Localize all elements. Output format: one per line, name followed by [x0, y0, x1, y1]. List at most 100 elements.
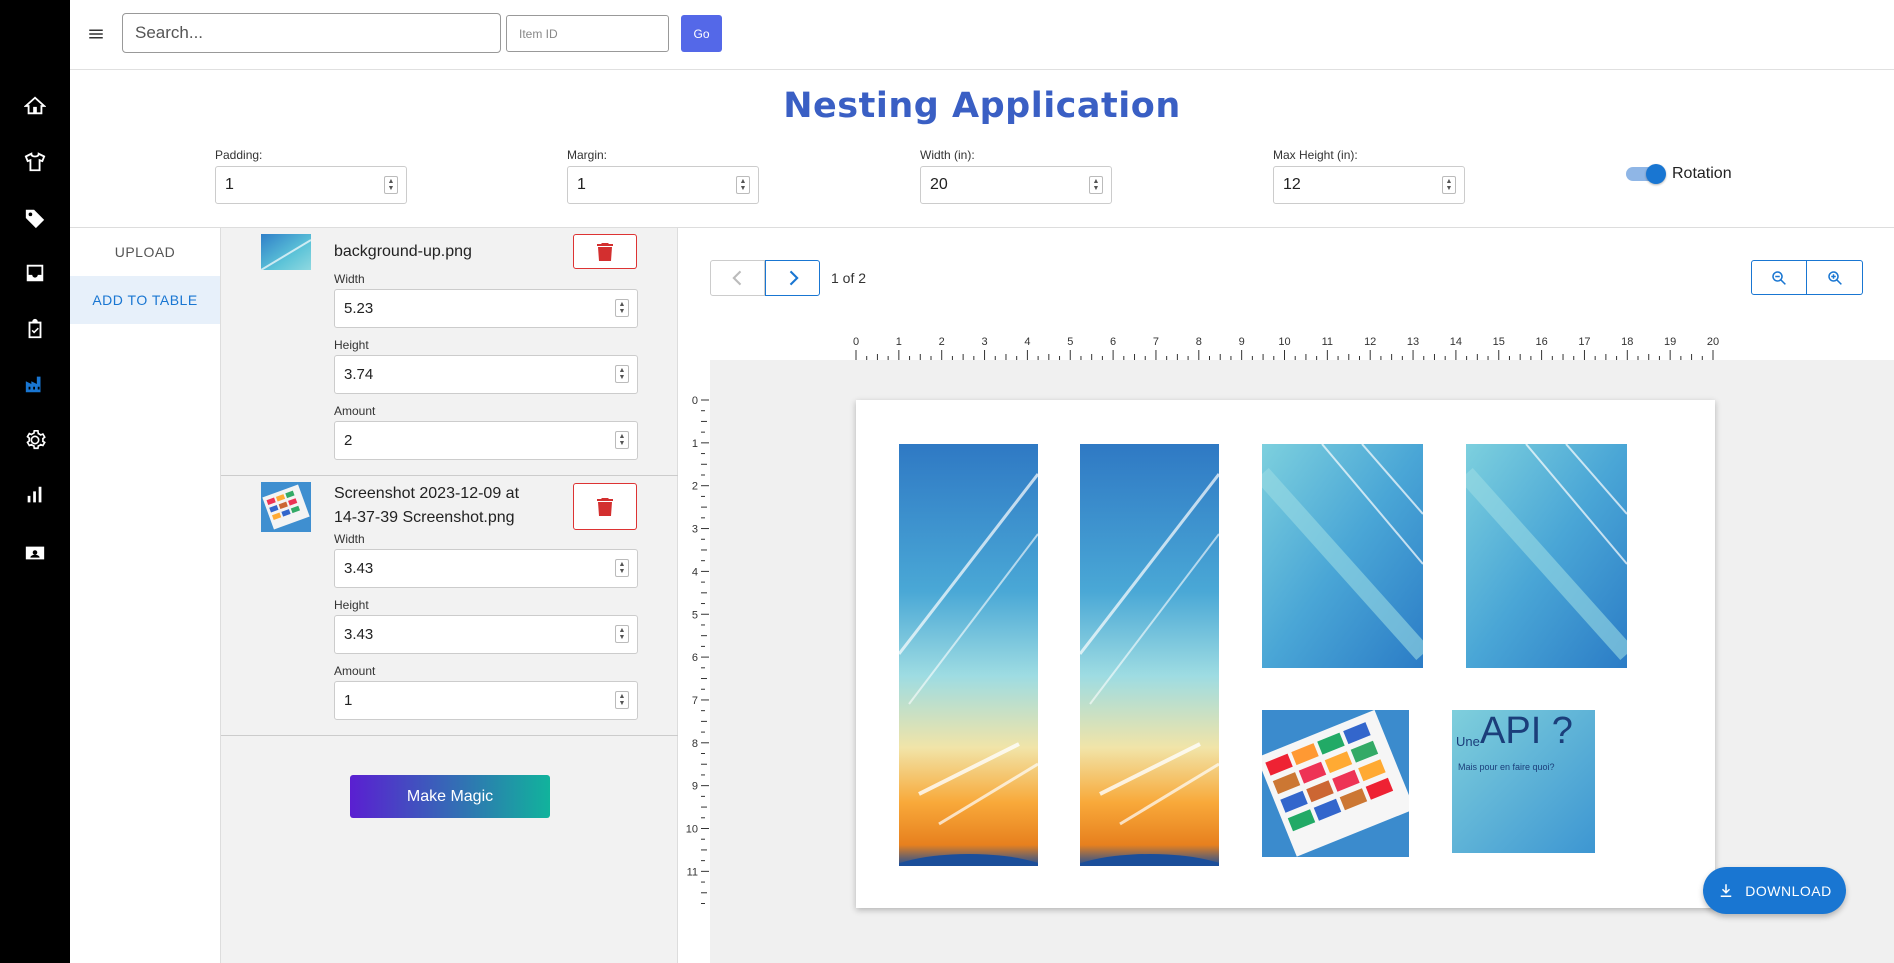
margin-input[interactable]: 1 ▲ ▼ — [567, 166, 759, 204]
ruler-x-label: 0 — [853, 336, 859, 348]
home-icon[interactable] — [23, 94, 47, 118]
nested-piece[interactable] — [1262, 444, 1423, 668]
item-width-spinner[interactable]: ▲ ▼ — [615, 559, 629, 577]
ruler-x-label: 15 — [1493, 336, 1505, 348]
item-name: Screenshot 2023-12-09 at 14-37-39 Screen… — [334, 485, 520, 526]
item-width-input[interactable]: 3.43 ▲ ▼ — [334, 549, 638, 588]
width-label: Width — [334, 532, 365, 546]
checklist-icon[interactable] — [23, 317, 47, 341]
nested-piece[interactable] — [1080, 444, 1219, 866]
go-button[interactable]: Go — [681, 15, 722, 52]
app-root: Go Nesting Application Padding: 1 ▲▼ Mar… — [0, 0, 1894, 963]
width-label: Width — [334, 272, 365, 286]
gear-icon[interactable] — [23, 428, 47, 452]
margin-field: Margin: 1 ▲ ▼ — [567, 148, 759, 204]
list-item: Screenshot 2023-12-09 at 14-37-39 Screen… — [221, 476, 678, 736]
inbox-icon[interactable] — [23, 261, 47, 285]
bar-chart-icon[interactable] — [23, 483, 47, 507]
nesting-sheet: Une API ? Mais pour en faire quoi? — [856, 400, 1715, 908]
zoom-controls — [1751, 260, 1863, 295]
ruler-y-label: 4 — [692, 566, 698, 578]
items-panel: background-up.png Width 5.23 ▲ ▼ Height 3… — [221, 228, 678, 963]
width-field: Width (in): 20 ▲ ▼ — [920, 148, 1112, 204]
item-width-value: 5.23 — [344, 300, 374, 317]
factory-icon[interactable] — [23, 372, 47, 396]
item-height-field: Height 3.43 ▲ ▼ — [334, 598, 638, 654]
previous-page-button[interactable] — [710, 260, 765, 296]
next-page-button[interactable] — [765, 260, 820, 296]
item-id-input[interactable] — [506, 15, 669, 52]
search-input[interactable] — [122, 13, 501, 53]
width-input[interactable]: 20 ▲ ▼ — [920, 166, 1112, 204]
api-tile-text: API ? — [1480, 710, 1573, 752]
max-height-input[interactable]: 12 ▲ ▼ — [1273, 166, 1465, 204]
item-width-value: 3.43 — [344, 560, 374, 577]
item-width-input[interactable]: 5.23 ▲ ▼ — [334, 289, 638, 328]
width-spinner[interactable]: ▲ ▼ — [1089, 176, 1103, 194]
toggle-knob — [1646, 164, 1666, 184]
ruler-y-label: 3 — [692, 524, 698, 536]
height-label: Height — [334, 338, 369, 352]
ruler-x-label: 13 — [1407, 336, 1419, 348]
item-width-field: Width 5.23 ▲ ▼ — [334, 272, 638, 328]
margin-spinner[interactable]: ▲ ▼ — [736, 176, 750, 194]
page-title: Nesting Application — [783, 86, 1181, 126]
zoom-in-button[interactable] — [1807, 260, 1863, 295]
ruler-y-label: 8 — [692, 738, 698, 750]
margin-value: 1 — [577, 176, 586, 193]
ruler-x-label: 6 — [1110, 336, 1116, 348]
item-name: background-up.png — [334, 243, 472, 260]
delete-button[interactable] — [573, 234, 637, 269]
tag-icon[interactable] — [23, 206, 47, 230]
make-magic-button[interactable]: Make Magic — [350, 775, 550, 818]
ruler-y-label: 5 — [692, 609, 698, 621]
max-height-spinner[interactable]: ▲ ▼ — [1442, 176, 1456, 194]
hamburger-menu-icon[interactable] — [86, 24, 106, 44]
ruler-y-label: 1 — [692, 438, 698, 450]
ruler-x-label: 1 — [896, 336, 902, 348]
item-width-field: Width 3.43 ▲ ▼ — [334, 532, 638, 588]
tab-upload[interactable]: UPLOAD — [70, 228, 220, 276]
padding-spinner[interactable]: ▲ ▼ — [384, 176, 398, 194]
ruler-x-label: 4 — [1024, 336, 1030, 348]
item-height-value: 3.43 — [344, 626, 374, 643]
nested-piece[interactable] — [1466, 444, 1627, 668]
tshirt-icon[interactable] — [23, 150, 47, 174]
item-width-spinner[interactable]: ▲ ▼ — [615, 299, 629, 317]
ruler-y-label: 11 — [687, 866, 698, 878]
ruler-y-label: 0 — [692, 395, 698, 407]
ruler-y-label: 9 — [692, 781, 698, 793]
ruler-x-label: 7 — [1153, 336, 1159, 348]
download-button[interactable]: DOWNLOAD — [1703, 867, 1846, 914]
item-height-spinner[interactable]: ▲ ▼ — [615, 625, 629, 643]
delete-button[interactable] — [573, 483, 637, 530]
ruler-x-label: 12 — [1364, 336, 1376, 348]
item-height-spinner[interactable]: ▲ ▼ — [615, 365, 629, 383]
nested-piece[interactable]: Une API ? Mais pour en faire quoi? — [1452, 710, 1595, 853]
max-height-field: Max Height (in): 12 ▲ ▼ — [1273, 148, 1465, 204]
ruler-y-label: 6 — [692, 652, 698, 664]
padding-value: 1 — [225, 176, 234, 193]
ruler-x-label: 18 — [1621, 336, 1633, 348]
ruler-y-label: 2 — [692, 481, 698, 493]
tab-add-to-table[interactable]: ADD TO TABLE — [70, 276, 220, 324]
item-thumbnail — [261, 482, 311, 532]
id-card-icon[interactable] — [23, 541, 47, 565]
api-tile-small-text: Une — [1456, 734, 1480, 749]
width-value: 20 — [930, 176, 948, 193]
zoom-out-button[interactable] — [1751, 260, 1807, 295]
nested-piece[interactable] — [899, 444, 1038, 866]
item-height-input[interactable]: 3.43 ▲ ▼ — [334, 615, 638, 654]
item-amount-input[interactable]: 2 ▲ ▼ — [334, 421, 638, 460]
item-height-input[interactable]: 3.74 ▲ ▼ — [334, 355, 638, 394]
item-amount-input[interactable]: 1 ▲ ▼ — [334, 681, 638, 720]
padding-input[interactable]: 1 ▲ ▼ — [215, 166, 407, 204]
amount-label: Amount — [334, 664, 376, 678]
ruler-x-label: 3 — [981, 336, 987, 348]
item-amount-spinner[interactable]: ▲ ▼ — [615, 431, 629, 449]
nested-piece[interactable] — [1262, 710, 1409, 857]
rotation-toggle[interactable] — [1626, 164, 1666, 184]
side-rail — [0, 0, 70, 963]
ruler-x-label: 17 — [1578, 336, 1590, 348]
item-amount-spinner[interactable]: ▲ ▼ — [615, 691, 629, 709]
